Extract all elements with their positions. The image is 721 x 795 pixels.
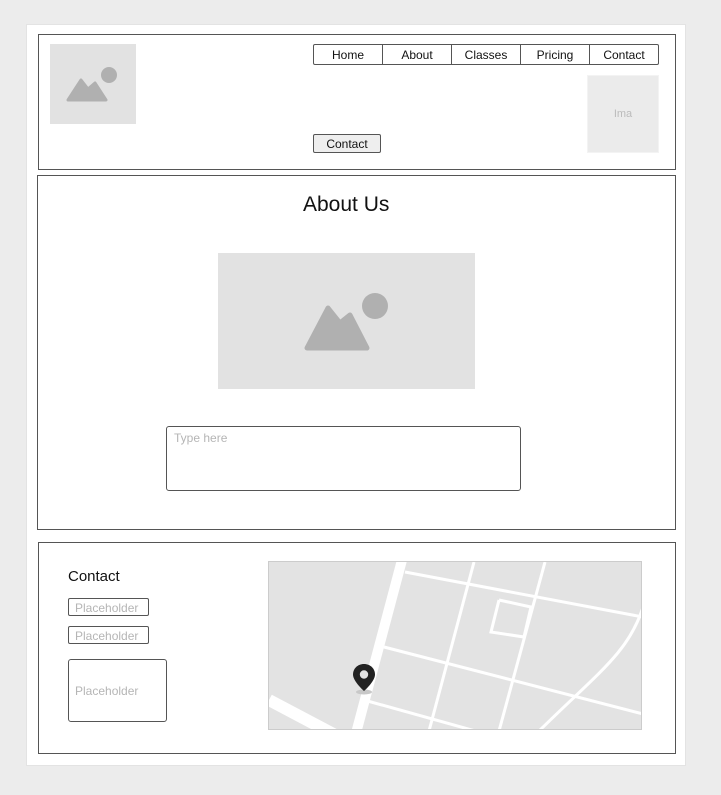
map-pin-icon [353, 664, 375, 695]
textarea-placeholder: Type here [174, 431, 228, 445]
header-contact-button[interactable]: Contact [313, 134, 381, 153]
about-image [218, 253, 475, 389]
contact-message-field[interactable]: Placeholder [68, 659, 167, 722]
nav-contact[interactable]: Contact [590, 44, 659, 65]
nav-home[interactable]: Home [313, 44, 383, 65]
side-image: Ima [587, 75, 659, 153]
field-placeholder: Placeholder [75, 601, 139, 615]
map-placeholder [269, 562, 641, 729]
field-placeholder: Placeholder [75, 684, 139, 698]
about-textarea[interactable]: Type here [166, 426, 521, 491]
about-title: About Us [303, 193, 390, 216]
contact-field-1[interactable]: Placeholder [68, 598, 149, 616]
map[interactable] [268, 561, 642, 730]
nav-pricing[interactable]: Pricing [521, 44, 590, 65]
nav-classes[interactable]: Classes [452, 44, 521, 65]
contact-field-2[interactable]: Placeholder [68, 626, 149, 644]
field-placeholder: Placeholder [75, 629, 139, 643]
image-placeholder-icon [304, 293, 388, 351]
nav-bar: Home About Classes Pricing Contact [313, 44, 659, 65]
logo-image [50, 44, 136, 124]
nav-about[interactable]: About [383, 44, 452, 65]
contact-title: Contact [68, 568, 120, 585]
image-placeholder-icon [66, 67, 117, 102]
